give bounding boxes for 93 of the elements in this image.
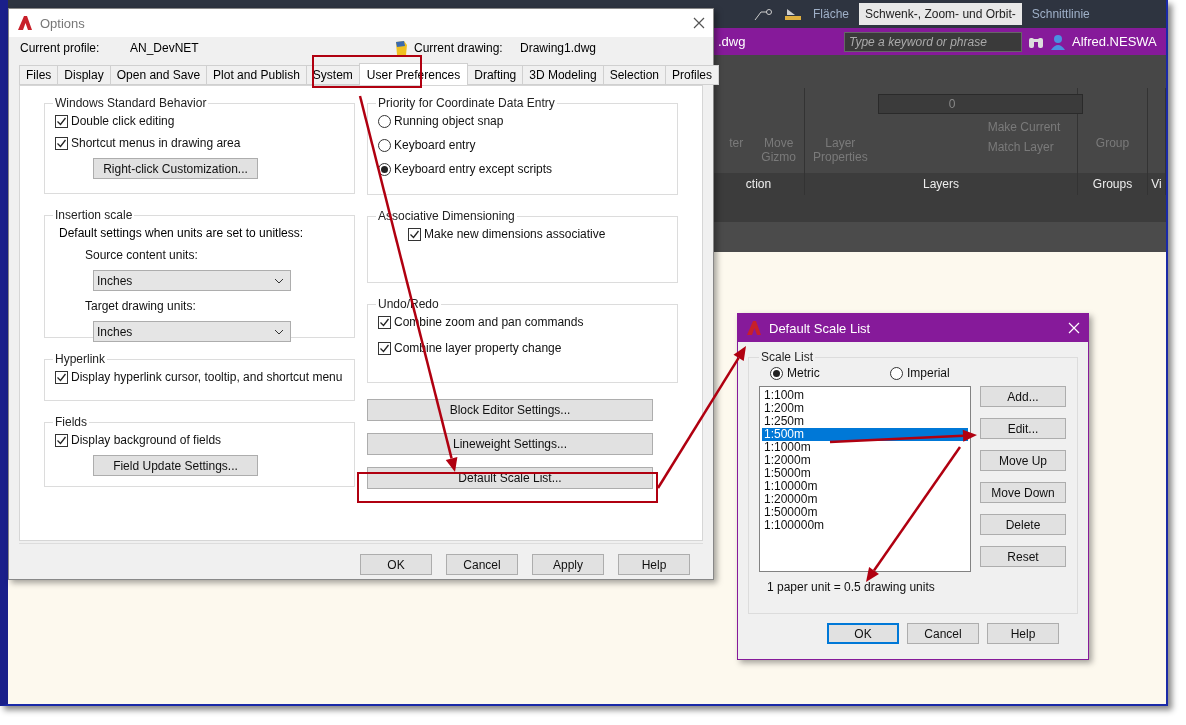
chevron-down-icon xyxy=(274,328,284,335)
logo-icon xyxy=(746,320,762,336)
checkbox-label: Double click editing xyxy=(71,114,175,128)
polyline-icon[interactable] xyxy=(753,6,773,22)
tooltip: Schwenk-, Zoom- und Orbit- xyxy=(859,3,1022,25)
radio-button[interactable] xyxy=(378,114,391,128)
settings-button[interactable]: Field Update Settings... xyxy=(93,455,258,476)
list-item[interactable]: 1:100m xyxy=(762,389,968,402)
list-item[interactable]: 1:20000m xyxy=(762,493,968,506)
group-title: Insertion scale xyxy=(54,208,134,222)
units-dropdown[interactable]: Inches xyxy=(93,321,291,342)
list-button[interactable]: Delete xyxy=(980,514,1066,535)
tab[interactable]: Profiles xyxy=(665,65,720,85)
checkbox[interactable] xyxy=(378,341,391,355)
dialog-button[interactable]: Apply xyxy=(532,554,604,575)
search-field[interactable]: Type a keyword or phrase xyxy=(844,31,1022,52)
group-title: Windows Standard Behavior xyxy=(54,96,208,110)
group-title: Priority for Coordinate Data Entry xyxy=(377,96,556,110)
field-label: Source content units: xyxy=(84,248,199,262)
settings-button[interactable]: Block Editor Settings... xyxy=(367,399,653,421)
radio-button[interactable] xyxy=(378,138,391,152)
field-label: Current profile: xyxy=(20,41,101,55)
note-text: Default settings when units are set to unitless: xyxy=(58,226,305,240)
radio-label: Keyboard entry except scripts xyxy=(394,162,553,176)
dialog-button[interactable]: Cancel xyxy=(446,554,518,575)
checkbox-label: Make new dimensions associative xyxy=(424,227,606,241)
file-title: .dwg xyxy=(718,34,747,49)
close-icon[interactable] xyxy=(693,17,705,29)
settings-button[interactable]: Lineweight Settings... xyxy=(367,433,653,455)
list-button[interactable]: Move Up xyxy=(980,450,1066,471)
list-button[interactable]: Reset xyxy=(980,546,1066,567)
info-text: 1 paper unit = 0.5 drawing units xyxy=(766,579,936,594)
tab[interactable]: System xyxy=(305,65,360,85)
tab[interactable]: 3D Modeling xyxy=(522,65,604,85)
units-dropdown[interactable]: Inches xyxy=(93,270,291,291)
list-button[interactable]: Add... xyxy=(980,386,1066,407)
logo-icon xyxy=(17,15,33,31)
tab[interactable]: Files xyxy=(19,65,59,85)
field-label: Current drawing: xyxy=(413,41,504,55)
radio-label: Metric xyxy=(787,366,820,380)
tab[interactable]: Selection xyxy=(602,65,666,85)
radio-button[interactable] xyxy=(890,366,903,380)
checkbox[interactable] xyxy=(55,433,68,447)
group-title: Fields xyxy=(54,415,88,429)
drawing-name: Drawing1.dwg xyxy=(520,41,597,55)
window-title: Default Scale List xyxy=(769,320,872,336)
tab[interactable]: Drafting xyxy=(467,65,524,85)
tab[interactable]: Display xyxy=(57,65,111,85)
list-item[interactable]: 1:1000m xyxy=(762,441,968,454)
panel-title[interactable]: Vi xyxy=(1148,173,1165,195)
checkbox[interactable] xyxy=(408,227,421,241)
dialog-button[interactable]: Cancel xyxy=(907,623,979,644)
radio-label: Keyboard entry xyxy=(394,138,476,152)
settings-button[interactable]: Right-click Customization... xyxy=(93,158,258,179)
list-item[interactable]: 1:2000m xyxy=(762,454,968,467)
checkbox[interactable] xyxy=(55,114,68,128)
checkbox[interactable] xyxy=(378,315,391,329)
list-button[interactable]: Edit... xyxy=(980,418,1066,439)
toolbar-label[interactable]: Schnittlinie xyxy=(1031,7,1090,21)
panel-title[interactable]: Groups xyxy=(1078,173,1147,195)
group-title: Hyperlink xyxy=(54,352,106,366)
dialog-button[interactable]: OK xyxy=(827,623,899,644)
list-item[interactable]: 1:10000m xyxy=(762,480,968,493)
tab[interactable]: Plot and Publish xyxy=(206,65,307,85)
panel-title[interactable]: ction xyxy=(713,173,804,195)
checkbox[interactable] xyxy=(55,370,68,384)
dialog-button[interactable]: Help xyxy=(618,554,690,575)
field-label: Target drawing units: xyxy=(84,299,197,313)
panel-title[interactable]: Layers xyxy=(805,173,1077,195)
list-item[interactable]: 1:50000m xyxy=(762,506,968,519)
checkbox-label: Display hyperlink cursor, tooltip, and shortcut menu xyxy=(71,370,343,384)
checkbox-label: Display background of fields xyxy=(71,433,222,447)
tab[interactable]: Open and Save xyxy=(109,65,208,85)
user-name[interactable]: Alfred.NESWA xyxy=(1072,34,1157,49)
list-item[interactable]: 1:5000m xyxy=(762,467,968,480)
radio-label: Imperial xyxy=(907,366,950,380)
checkbox-label: Shortcut menus in drawing area xyxy=(71,136,241,150)
list-button[interactable]: Move Down xyxy=(980,482,1066,503)
list-item[interactable]: 1:200m xyxy=(762,402,968,415)
toolbar-label[interactable]: Fläche xyxy=(813,7,850,21)
radio-button[interactable] xyxy=(770,366,783,380)
list-item[interactable]: 1:100000m xyxy=(762,519,968,532)
profile-name: AN_DevNET xyxy=(130,41,200,55)
dialog-button[interactable]: Help xyxy=(987,623,1059,644)
drawing-file-icon xyxy=(394,40,408,56)
radio-label: Running object snap xyxy=(394,114,504,128)
list-item[interactable]: 1:250m xyxy=(762,415,968,428)
ruler-icon[interactable] xyxy=(783,6,803,22)
dialog-button[interactable]: OK xyxy=(360,554,432,575)
group-title: Scale List xyxy=(760,350,815,364)
chevron-down-icon xyxy=(274,277,284,284)
checkbox[interactable] xyxy=(55,136,68,150)
window-title: Options xyxy=(40,15,86,31)
